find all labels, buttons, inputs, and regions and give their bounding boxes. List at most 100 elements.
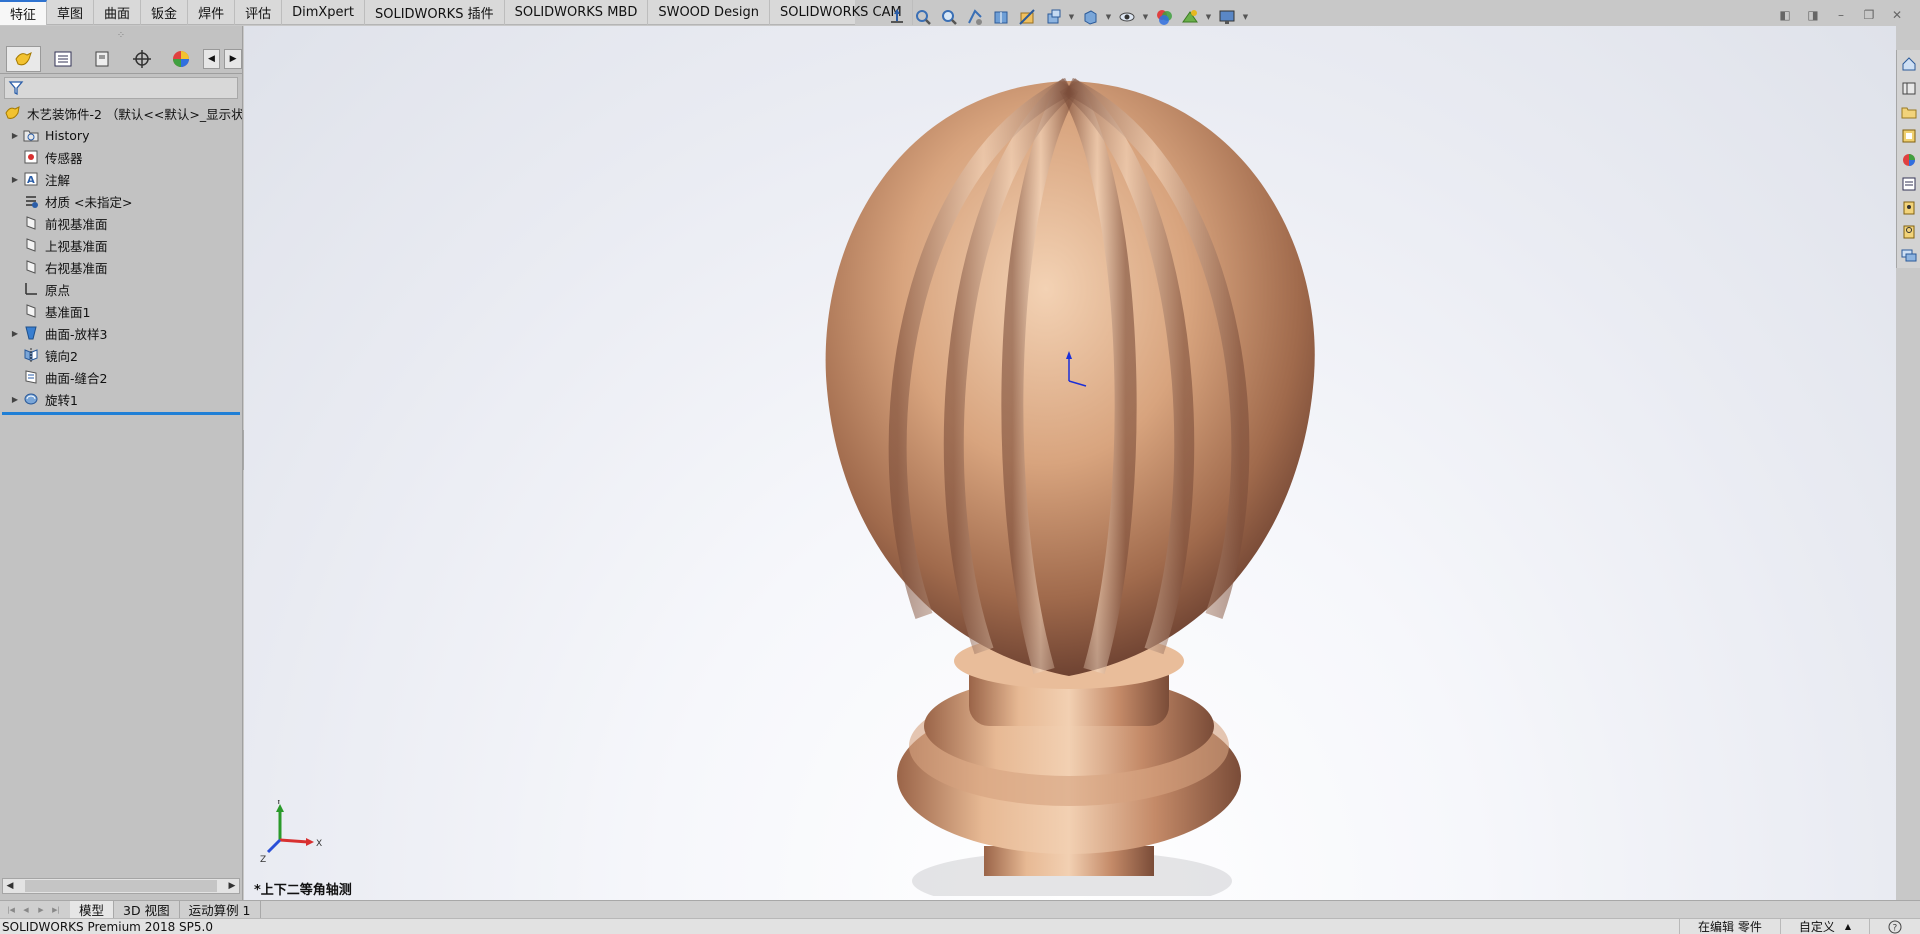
first-tab-icon[interactable]: |◀ [4, 903, 18, 917]
surface-loft-icon [22, 324, 40, 342]
tree-horizontal-scrollbar[interactable]: ◀ ▶ [2, 878, 240, 894]
minimize-icon[interactable]: – [1832, 6, 1850, 24]
restore-icon[interactable]: ❐ [1860, 6, 1878, 24]
toolbox-icon[interactable] [1899, 222, 1919, 242]
plane-icon [22, 302, 40, 320]
command-tab[interactable]: 评估 [235, 0, 283, 25]
design-library-icon[interactable] [1899, 78, 1919, 98]
tree-item[interactable]: 前视基准面 [0, 212, 242, 234]
featuremanager-tab[interactable] [6, 45, 42, 72]
command-tab[interactable]: 曲面 [94, 0, 142, 25]
dimxpertmanager-tab[interactable] [124, 46, 159, 72]
revolve-icon [22, 390, 40, 408]
coordinate-triad: Y X Z [260, 800, 322, 865]
tree-item[interactable]: ▶ History [0, 124, 242, 146]
command-tab[interactable]: SOLIDWORKS 插件 [365, 0, 505, 25]
knit-surface-icon [22, 368, 40, 386]
tree-item[interactable]: 镜向2 [0, 344, 242, 366]
graphics-viewport[interactable]: Y X Z *上下二等角轴测 [244, 26, 1896, 900]
tree-item-label: 前视基准面 [45, 216, 108, 232]
tree-item[interactable]: 基准面1 [0, 300, 242, 322]
close-icon[interactable]: ✕ [1888, 6, 1906, 24]
status-product-label: SOLIDWORKS Premium 2018 SP5.0 [2, 919, 213, 934]
mirror-icon [22, 346, 40, 364]
command-tab[interactable]: 草图 [47, 0, 95, 25]
tree-item-label: 曲面-放样3 [45, 326, 108, 342]
tree-item[interactable]: ▶ 旋转1 [0, 388, 242, 410]
displaymanager-tab[interactable] [163, 46, 198, 72]
document-window-controls: ◧ ◨ – ❐ ✕ [1776, 6, 1906, 24]
plane-icon [22, 258, 40, 276]
tree-item[interactable]: 曲面-缝合2 [0, 366, 242, 388]
svg-text:?: ? [1893, 923, 1898, 933]
last-tab-icon[interactable]: ▶| [49, 903, 63, 917]
plane-icon [22, 236, 40, 254]
configurationmanager-tab[interactable] [85, 46, 120, 72]
custom-properties-icon[interactable] [1899, 174, 1919, 194]
units-dropdown-icon[interactable]: ▲ [1845, 922, 1851, 931]
status-units-label: 自定义 [1798, 920, 1835, 934]
tree-item[interactable]: ▶ A 注解 [0, 168, 242, 190]
command-tab[interactable]: 钣金 [141, 0, 189, 25]
tab-navigation: |◀ ◀ ▶ ▶| [0, 903, 70, 917]
tree-item-label: History [45, 127, 90, 143]
tabs-scroll-left-icon[interactable]: ◀ [202, 48, 221, 69]
tree-item[interactable]: 传感器 [0, 146, 242, 168]
status-help-icon[interactable]: ? [1869, 919, 1920, 934]
view-palette-icon[interactable] [1899, 126, 1919, 146]
tree-item-label: 原点 [45, 282, 71, 298]
tabs-scroll-right-icon[interactable]: ▶ [224, 48, 242, 69]
tree-item[interactable]: 右视基准面 [0, 256, 242, 278]
triad-x-label: X [316, 839, 322, 849]
command-tab[interactable]: DimXpert [282, 0, 365, 25]
file-explorer-icon[interactable] [1899, 102, 1919, 122]
panel-grip-icon[interactable]: ⁘ [0, 26, 242, 44]
scroll-left-arrow-icon[interactable]: ◀ [3, 881, 17, 891]
next-tab-icon[interactable]: ▶ [34, 903, 48, 917]
tree-item-label: 上视基准面 [45, 238, 108, 254]
command-tab[interactable]: SOLIDWORKS MBD [505, 0, 649, 25]
tree-item-label: 旋转1 [45, 392, 78, 408]
command-tab[interactable]: SWOOD Design [648, 0, 770, 25]
triad-z-label: Z [260, 855, 266, 865]
propertymanager-tab[interactable] [45, 46, 80, 72]
status-units[interactable]: 自定义 ▲ [1779, 919, 1869, 934]
tile-right-icon[interactable]: ◨ [1804, 6, 1822, 24]
scrollbar-thumb[interactable] [25, 880, 217, 892]
expand-arrow-icon[interactable]: ▶ [8, 329, 22, 338]
tree-item-label: 曲面-缝合2 [45, 370, 108, 386]
prev-tab-icon[interactable]: ◀ [19, 903, 33, 917]
tree-item[interactable]: 原点 [0, 278, 242, 300]
command-manager-tabbar: 特征 草图 曲面 钣金 焊件 评估 DimXpert SOLIDWORKS 插件 SOLIDWO… [0, 0, 913, 25]
solidworks-resources-icon[interactable] [1899, 54, 1919, 74]
tree-item[interactable]: 材质 <未指定> [0, 190, 242, 212]
tree-item[interactable]: ▶ 曲面-放样3 [0, 322, 242, 344]
appearances-scenes-icon[interactable] [1899, 150, 1919, 170]
manager-tabs: ◀ ▶ [0, 44, 242, 74]
expand-arrow-icon[interactable]: ▶ [8, 395, 22, 404]
part-icon [4, 104, 22, 122]
bottom-tab[interactable]: 3D 视图 [114, 900, 180, 919]
tree-item[interactable]: 上视基准面 [0, 234, 242, 256]
wooden-finial-model[interactable] [804, 46, 1344, 896]
tree-root-part[interactable]: 木艺装饰件-2 （默认<<默认>_显示状态 [0, 102, 242, 124]
rollback-bar[interactable] [2, 412, 240, 415]
chat-icon[interactable] [1899, 246, 1919, 266]
scroll-right-arrow-icon[interactable]: ▶ [225, 881, 239, 891]
expand-arrow-icon[interactable]: ▶ [8, 175, 22, 184]
expand-arrow-icon[interactable]: ▶ [8, 131, 22, 140]
solidworks-forum-icon[interactable] [1899, 198, 1919, 218]
tree-filter-input[interactable] [4, 77, 238, 99]
tree-item-label: 镜向2 [45, 348, 78, 364]
tree-item-label: 传感器 [45, 150, 83, 166]
task-pane-strip [1896, 50, 1920, 268]
filter-funnel-icon [8, 81, 24, 96]
tree-item-label: 右视基准面 [45, 260, 108, 276]
svg-text:A: A [27, 175, 35, 186]
sensor-icon [22, 148, 40, 166]
bottom-tab[interactable]: 运动算例 1 [180, 900, 261, 919]
command-tab[interactable]: 特征 [0, 0, 48, 25]
command-tab[interactable]: 焊件 [188, 0, 236, 25]
tile-left-icon[interactable]: ◧ [1776, 6, 1794, 24]
bottom-tab[interactable]: 模型 [70, 900, 115, 919]
